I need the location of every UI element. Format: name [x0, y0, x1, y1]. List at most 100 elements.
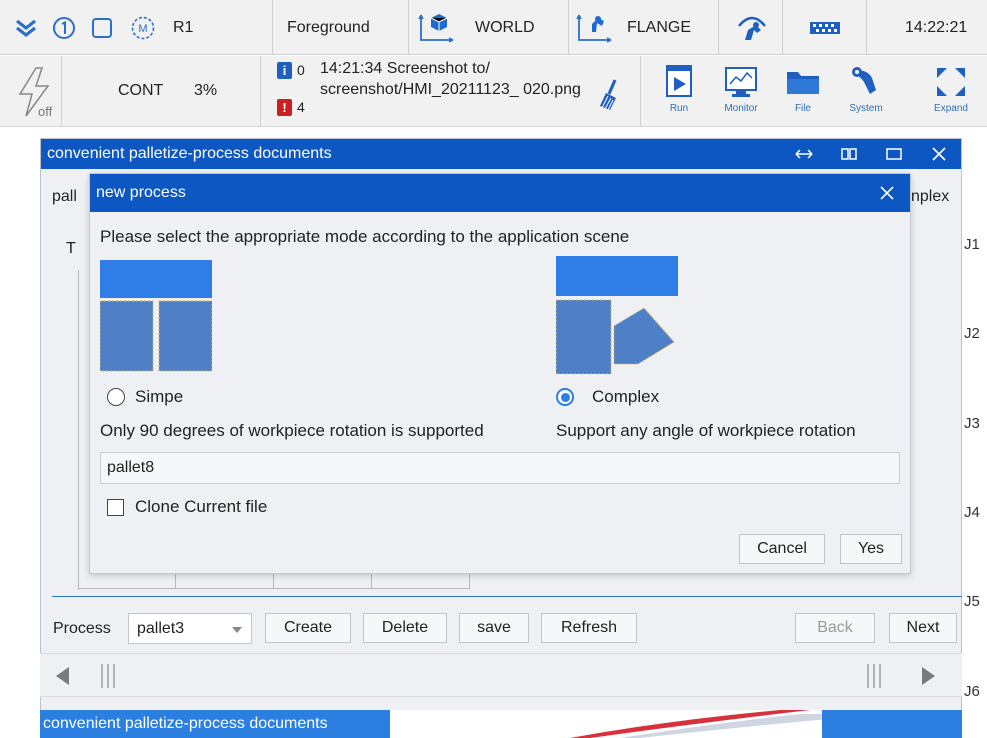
run-icon: [666, 65, 692, 97]
simple-mode-label[interactable]: Simpe: [135, 387, 183, 407]
speed-value[interactable]: 3%: [194, 82, 217, 100]
process-select[interactable]: pallet3: [128, 613, 252, 644]
decorative-swoosh: [570, 710, 840, 738]
separator: [866, 0, 867, 55]
horizontal-scrollbar[interactable]: [40, 653, 962, 697]
window-controls: [781, 139, 961, 169]
separator: [718, 0, 719, 55]
system-button[interactable]: System: [840, 60, 892, 122]
world-frame-icon[interactable]: [418, 0, 456, 55]
simple-mode-illustration[interactable]: [100, 260, 212, 373]
robot-selector[interactable]: R1: [173, 0, 193, 55]
table-border: [273, 574, 274, 588]
divider: [52, 596, 962, 597]
info-icon[interactable]: i: [277, 62, 292, 79]
process-select-value: pallet3: [137, 620, 185, 637]
separator: [260, 56, 261, 127]
servo-off-icon[interactable]: off: [14, 66, 56, 125]
monitor-label: Monitor: [724, 103, 758, 114]
expand-label: Expand: [934, 103, 968, 114]
new-process-dialog: new process Please select the appropriat…: [89, 173, 911, 574]
complex-mode-description: Support any angle of workpiece rotation: [556, 421, 856, 440]
save-button[interactable]: save: [459, 613, 529, 643]
scroll-grip-icon[interactable]: [866, 662, 882, 695]
delete-button[interactable]: Delete: [363, 613, 447, 643]
scroll-left-icon[interactable]: [53, 665, 73, 692]
dialog-message: Please select the appropriate mode accor…: [100, 227, 630, 246]
cancel-button[interactable]: Cancel: [739, 534, 825, 564]
run-mode-label[interactable]: Foreground: [287, 0, 407, 55]
io-module-icon[interactable]: [808, 0, 842, 55]
separator: [61, 56, 62, 127]
maximize-icon[interactable]: [871, 139, 916, 169]
monitor-icon: [725, 67, 757, 97]
tool-frame-icon[interactable]: [576, 0, 614, 55]
scroll-grip-icon[interactable]: [100, 662, 116, 695]
wrench-icon: [852, 67, 876, 94]
complex-mode-illustration[interactable]: [556, 256, 680, 374]
table-border: [371, 574, 372, 588]
file-label: File: [794, 103, 812, 114]
svg-text:M: M: [138, 23, 147, 35]
table-border: [78, 270, 79, 590]
background-tab-label: nplex: [911, 188, 950, 205]
separator: [782, 0, 783, 55]
joint-label: J6: [964, 683, 980, 700]
back-button[interactable]: Back: [795, 613, 875, 643]
table-border: [175, 574, 176, 588]
background-label: T: [66, 240, 76, 257]
split-view-icon[interactable]: [826, 139, 871, 169]
create-button[interactable]: Create: [265, 613, 351, 643]
process-label: Process: [53, 620, 111, 637]
manual-mode-icon[interactable]: M: [130, 0, 156, 55]
joint-label: J3: [964, 415, 980, 432]
clone-label[interactable]: Clone Current file: [135, 497, 267, 517]
folder-icon: [787, 72, 819, 94]
coord-system-label[interactable]: WORLD: [475, 0, 535, 55]
error-count: 4: [297, 99, 305, 115]
simple-mode-description: Only 90 degrees of workpiece rotation is…: [100, 421, 484, 440]
run-mode[interactable]: CONT: [118, 82, 163, 100]
scroll-right-icon[interactable]: [918, 665, 938, 692]
step-one-icon[interactable]: [52, 0, 76, 55]
close-icon[interactable]: [916, 139, 961, 169]
joint-label: J4: [964, 504, 980, 521]
process-name-input[interactable]: [100, 452, 900, 484]
message-log[interactable]: 14:21:34 Screenshot to/ screenshot/HMI_2…: [320, 58, 582, 124]
dialog-close-icon[interactable]: [870, 174, 904, 212]
joint-label: J1: [964, 236, 980, 253]
joint-label: J2: [964, 325, 980, 342]
complex-mode-radio[interactable]: [556, 388, 574, 406]
simple-mode-radio[interactable]: [107, 388, 125, 406]
robot-arm-icon[interactable]: [735, 0, 769, 55]
run-label: Run: [669, 103, 689, 114]
run-button[interactable]: Run: [653, 60, 705, 122]
clear-broom-icon[interactable]: [596, 78, 622, 117]
clock: 14:22:21: [905, 18, 968, 36]
monitor-button[interactable]: Monitor: [715, 60, 767, 122]
error-icon[interactable]: !: [277, 99, 292, 116]
expand-icon: [937, 68, 965, 96]
separator: [640, 56, 641, 127]
menu-chevron-icon[interactable]: [14, 0, 38, 55]
refresh-button[interactable]: Refresh: [541, 613, 637, 643]
yes-button[interactable]: Yes: [840, 534, 902, 564]
joint-label: J5: [964, 593, 980, 610]
separator: [568, 0, 569, 55]
table-border: [469, 574, 470, 588]
taskbar-area: [822, 710, 962, 738]
complex-mode-label[interactable]: Complex: [592, 387, 659, 407]
svg-text:off: off: [38, 104, 53, 119]
file-button[interactable]: File: [777, 60, 829, 122]
clone-checkbox[interactable]: [107, 499, 124, 516]
next-button[interactable]: Next: [889, 613, 957, 643]
tool-frame-label[interactable]: FLANGE: [627, 0, 691, 55]
separator: [408, 0, 409, 55]
expand-button[interactable]: Expand: [922, 60, 980, 122]
chevron-down-icon: [232, 627, 242, 633]
taskbar-item[interactable]: convenient palletize-process documents: [40, 710, 390, 738]
system-label: System: [849, 103, 883, 114]
resize-horizontal-icon[interactable]: [781, 139, 826, 169]
background-tab-label: pall: [52, 188, 77, 205]
stop-square-icon[interactable]: [91, 0, 113, 55]
